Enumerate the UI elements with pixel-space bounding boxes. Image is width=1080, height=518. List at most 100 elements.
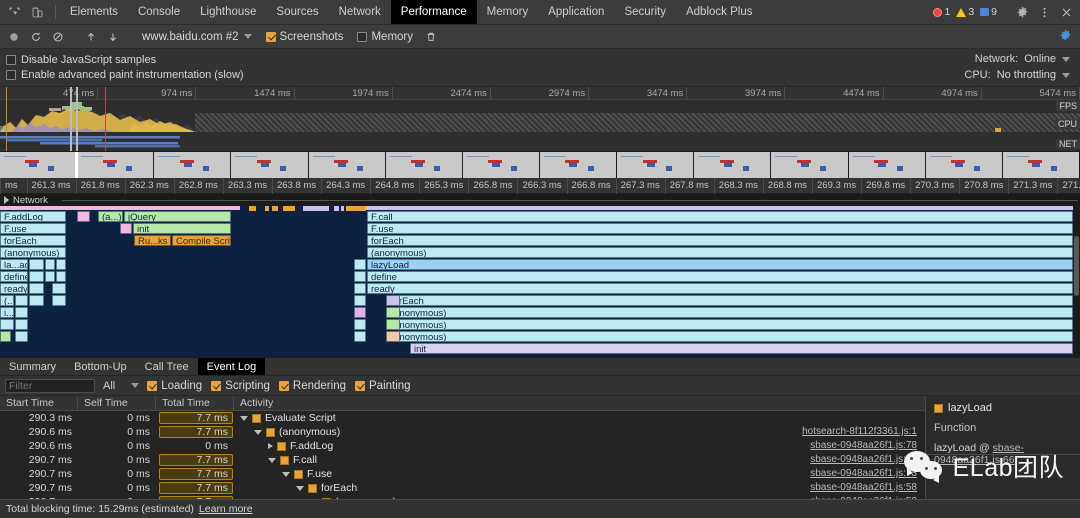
- cpu-throttling-control[interactable]: CPU: No throttling: [964, 69, 1070, 81]
- tab-summary[interactable]: Summary: [0, 358, 65, 375]
- tab-bottom-up[interactable]: Bottom-Up: [65, 358, 136, 375]
- filmstrip-frame[interactable]: [1002, 152, 1080, 178]
- source-link[interactable]: hotsearch-8f112f3361.js:1: [802, 425, 917, 439]
- source-link[interactable]: sbase-0948aa26f1.js:78: [810, 439, 917, 453]
- filter-rendering[interactable]: Rendering: [278, 380, 346, 392]
- gear-icon[interactable]: [1012, 2, 1032, 22]
- source-link[interactable]: sbase-0948aa26f1.js:58: [810, 481, 917, 495]
- chevron-right-icon[interactable]: [268, 443, 273, 449]
- flame-bar[interactable]: [29, 259, 44, 270]
- filter-loading[interactable]: Loading: [147, 380, 202, 392]
- save-profile-button[interactable]: [103, 27, 123, 47]
- flame-bar-anonymous[interactable]: (anonymous): [387, 307, 1073, 318]
- device-toolbar-icon[interactable]: [27, 2, 47, 22]
- flame-bar[interactable]: [77, 211, 90, 222]
- flame-bar-f-addlog[interactable]: F.addLog: [0, 211, 66, 222]
- tab-adblock-plus[interactable]: Adblock Plus: [676, 0, 762, 24]
- tab-lighthouse[interactable]: Lighthouse: [190, 0, 266, 24]
- filmstrip-frame[interactable]: [0, 152, 78, 178]
- flame-bar[interactable]: [354, 259, 366, 270]
- table-row[interactable]: 290.3 ms 0 ms 7.7 ms Evaluate Script: [0, 411, 925, 425]
- filter-input[interactable]: [5, 378, 95, 393]
- chevron-down-icon[interactable]: [254, 429, 262, 435]
- flame-bar[interactable]: [0, 331, 11, 342]
- flame-bar-anonymous[interactable]: (anonymous): [387, 331, 1073, 342]
- close-icon[interactable]: [1056, 2, 1076, 22]
- screenshots-checkbox[interactable]: Screenshots: [260, 31, 350, 43]
- event-log-table[interactable]: Start Time Self Time Total Time Activity…: [0, 396, 925, 499]
- flame-bar[interactable]: [29, 295, 44, 306]
- flame-bar[interactable]: [45, 259, 55, 270]
- filmstrip-frame[interactable]: [617, 152, 695, 178]
- flame-bar-[interactable]: (...: [0, 295, 14, 306]
- flame-bar-lazyload[interactable]: lazyLoad: [367, 259, 1073, 270]
- table-row[interactable]: 290.6 ms 0 ms 7.7 ms (anonymous) hotsearch-8…: [0, 425, 925, 439]
- record-button[interactable]: [4, 27, 24, 47]
- flame-bar[interactable]: [354, 331, 366, 342]
- tab-call-tree[interactable]: Call Tree: [136, 358, 198, 375]
- tab-sources[interactable]: Sources: [266, 0, 328, 24]
- tab-application[interactable]: Application: [538, 0, 614, 24]
- col-total-time[interactable]: Total Time: [156, 396, 234, 410]
- flame-bar[interactable]: [120, 223, 132, 234]
- flame-bar[interactable]: [354, 295, 366, 306]
- network-track-header[interactable]: Network: [0, 194, 1080, 206]
- flame-bar-a[interactable]: (a...): [98, 211, 123, 222]
- filter-painting[interactable]: Painting: [355, 380, 411, 392]
- flame-bar-jquery[interactable]: jQuery: [124, 211, 231, 222]
- flame-bar-foreach[interactable]: forEach: [0, 235, 66, 246]
- flame-scrollbar[interactable]: [1073, 206, 1080, 357]
- col-self-time[interactable]: Self Time: [78, 396, 156, 410]
- warning-counter[interactable]: 3: [954, 6, 976, 18]
- memory-checkbox[interactable]: Memory: [351, 31, 419, 43]
- table-row[interactable]: 290.7 ms 0 ms 7.7 ms forEach sbase-0948aa26f…: [0, 481, 925, 495]
- clear-button[interactable]: [48, 27, 68, 47]
- error-counter[interactable]: 1: [931, 6, 952, 18]
- flame-bar-init[interactable]: init: [410, 343, 1073, 354]
- info-counter[interactable]: 9: [978, 6, 999, 18]
- flame-bar[interactable]: [52, 295, 66, 306]
- tab-network[interactable]: Network: [329, 0, 391, 24]
- table-row[interactable]: 290.7 ms 0 ms 7.7 ms F.use sbase-0948aa26f1.…: [0, 467, 925, 481]
- table-row[interactable]: 290.7 ms0 ms 7.7 ms (anonymous) sbase-0948a…: [0, 495, 925, 499]
- flame-bar-anonymous[interactable]: (anonymous): [387, 319, 1073, 330]
- chevron-down-icon[interactable]: [268, 457, 276, 463]
- flame-bar-ready[interactable]: ready: [0, 283, 28, 294]
- timeline-overview[interactable]: 474 ms 974 ms 1474 ms 1974 ms 2474 ms 2974 ms…: [0, 87, 1080, 152]
- filter-scripting[interactable]: Scripting: [211, 380, 270, 392]
- source-link[interactable]: sbase-0948aa26f1.js:58: [810, 495, 917, 499]
- chevron-down-icon[interactable]: [240, 415, 248, 421]
- chevron-down-icon[interactable]: [282, 471, 290, 477]
- filmstrip-frame[interactable]: [925, 152, 1003, 178]
- overview-selection-right-edge[interactable]: [105, 87, 106, 151]
- flame-bar[interactable]: [354, 271, 366, 282]
- trash-icon[interactable]: [421, 27, 441, 47]
- flame-bar-i[interactable]: i...: [0, 307, 14, 318]
- filmstrip-frame[interactable]: [694, 152, 772, 178]
- tab-elements[interactable]: Elements: [60, 0, 128, 24]
- inspect-element-icon[interactable]: [4, 2, 24, 22]
- flame-bar[interactable]: [0, 319, 14, 330]
- filmstrip-frame[interactable]: [539, 152, 618, 178]
- overview-window-handle-left[interactable]: [70, 87, 72, 151]
- learn-more-link[interactable]: Learn more: [199, 503, 253, 515]
- flame-bar[interactable]: [354, 283, 366, 294]
- flame-bar[interactable]: [56, 271, 66, 282]
- flame-bar-init[interactable]: init: [133, 223, 231, 234]
- flame-chart[interactable]: F.addLog (a...) jQuery F.use init forEach Ru..…: [0, 206, 1080, 357]
- flame-bar-anonymous[interactable]: (anonymous): [367, 247, 1073, 258]
- table-row[interactable]: 290.7 ms 0 ms 7.7 ms F.call sbase-0948aa26f1…: [0, 453, 925, 467]
- filmstrip-frame[interactable]: [308, 152, 386, 178]
- capture-settings-icon[interactable]: [1059, 29, 1076, 45]
- tab-event-log[interactable]: Event Log: [197, 358, 266, 375]
- filmstrip-frame[interactable]: [154, 152, 232, 178]
- flame-bar-f-call[interactable]: F.call: [367, 211, 1073, 222]
- profile-selector[interactable]: www.baidu.com #2: [136, 31, 258, 43]
- tab-performance[interactable]: Performance: [390, 0, 477, 24]
- duration-filter-select[interactable]: All: [103, 380, 140, 392]
- flame-bar-f-use[interactable]: F.use: [367, 223, 1073, 234]
- screenshot-filmstrip[interactable]: [0, 152, 1080, 178]
- overview-selection-left-edge[interactable]: [6, 87, 7, 151]
- flame-bar-foreach[interactable]: forEach: [367, 235, 1073, 246]
- flame-bar-foreach[interactable]: forEach: [387, 295, 1073, 306]
